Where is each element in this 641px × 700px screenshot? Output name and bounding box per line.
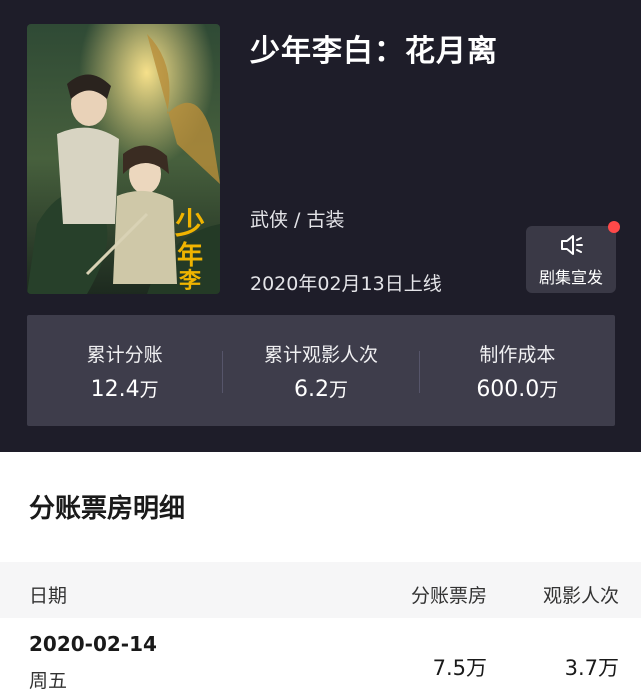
release-date: 2020年02月13日上线: [250, 273, 442, 295]
movie-poster[interactable]: 少 年 李: [27, 24, 220, 294]
stat-unit: 万: [139, 379, 159, 401]
movie-header: 少 年 李 少年李白：花月离 武侠 / 古装 2020年02月13日上线 剧集宣…: [0, 0, 641, 452]
stats-panel: 累计分账 12.4万 累计观影人次 6.2万 制作成本 600.0万: [27, 315, 615, 426]
svg-text:年: 年: [177, 240, 203, 271]
stat-label: 累计观影人次: [263, 344, 378, 366]
column-header-box-office[interactable]: 分账票房: [411, 581, 487, 608]
row-date: 2020-02-14: [29, 632, 157, 656]
column-header-viewers[interactable]: 观影人次: [543, 581, 619, 608]
svg-text:李: 李: [178, 268, 202, 294]
stat-number: 12.4: [90, 377, 140, 402]
stat-value: 12.4万: [27, 375, 222, 402]
section-title: 分账票房明细: [29, 494, 186, 524]
stat-value: 6.2万: [223, 375, 418, 402]
row-viewers: 3.7万: [564, 656, 619, 680]
promo-label: 剧集宣发: [538, 268, 603, 287]
table-header: 日期 分账票房 观影人次: [0, 562, 641, 618]
notification-dot: [608, 221, 620, 233]
svg-text:少: 少: [175, 207, 205, 242]
poster-artwork: 少 年 李: [27, 24, 220, 294]
movie-genre: 武侠 / 古装: [250, 209, 345, 231]
stat-label: 累计分账: [86, 344, 163, 366]
row-weekday: 周五: [29, 670, 68, 692]
stat-unit: 万: [328, 379, 348, 401]
table-row[interactable]: 2020-02-14 周五 7.5万 3.7万: [0, 618, 641, 700]
stat-unit: 万: [539, 379, 559, 401]
stat-value: 600.0万: [420, 375, 615, 402]
column-header-date[interactable]: 日期: [29, 581, 67, 608]
stat-number: 6.2: [293, 377, 329, 402]
promo-button[interactable]: 剧集宣发: [526, 221, 620, 293]
movie-title: 少年李白：花月离: [250, 34, 498, 69]
megaphone-icon: [561, 235, 583, 255]
stat-production-cost: 制作成本 600.0万: [420, 315, 615, 426]
stat-number: 600.0: [476, 377, 540, 402]
stat-total-viewers: 累计观影人次 6.2万: [223, 315, 418, 426]
row-box-office: 7.5万: [432, 656, 487, 680]
stat-total-revenue: 累计分账 12.4万: [27, 315, 222, 426]
stat-label: 制作成本: [479, 344, 556, 366]
